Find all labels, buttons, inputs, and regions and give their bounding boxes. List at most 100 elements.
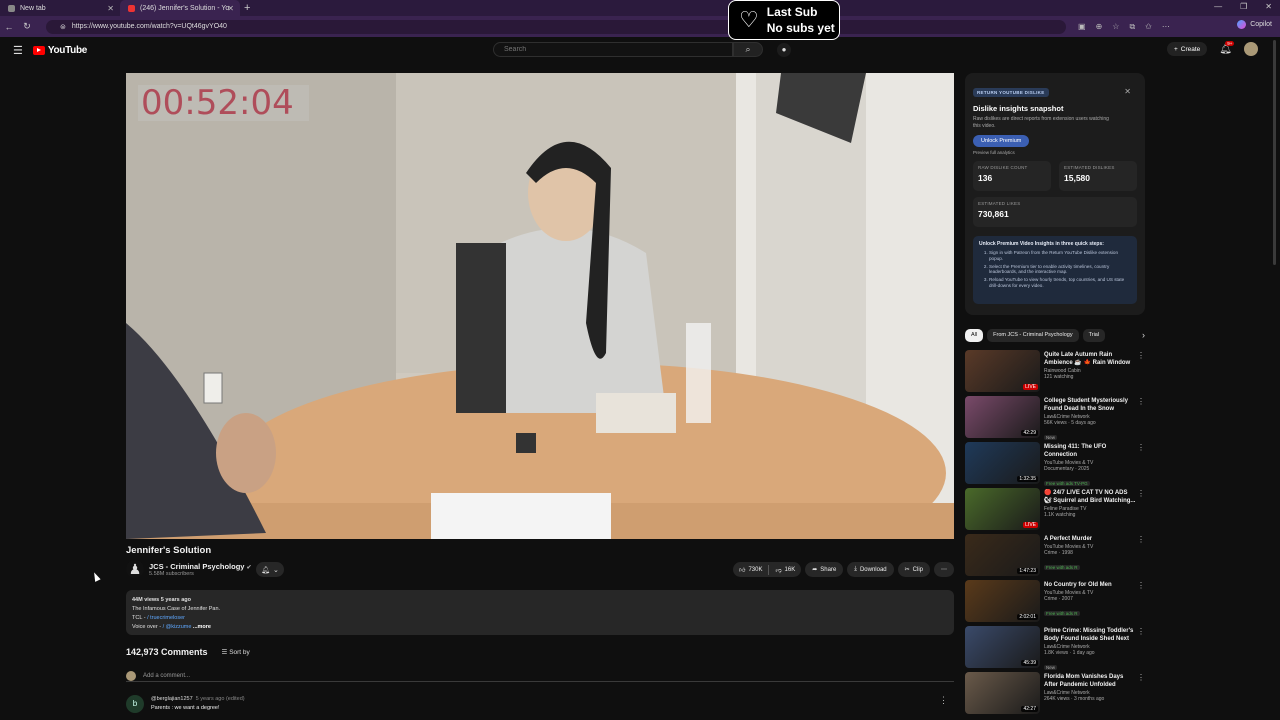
recommendation-item[interactable]: LIVE 🔴 24/7 LIVE CAT TV NO ADS 🐿 Squirrel… (965, 487, 1145, 533)
download-button[interactable]: ⤓ Download (847, 562, 894, 577)
last-sub-overlay: ♡ Last Sub No subs yet (728, 0, 840, 40)
site-info-icon[interactable]: ⊜ (60, 23, 66, 31)
search-icon[interactable]: ⌕ (733, 42, 763, 57)
description-line: The Infamous Case of Jennifer Pan. (132, 606, 221, 612)
zoom-icon[interactable]: ⊕ (1096, 22, 1103, 32)
recommendation-item[interactable]: 1:32:35 Missing 411: The UFO Connection Yo… (965, 441, 1145, 487)
extensions-icon[interactable]: ⧉ (1129, 22, 1135, 32)
new-tab-icon[interactable]: + (244, 2, 250, 14)
close-tab-icon[interactable]: ✕ (107, 4, 114, 13)
window-controls: — ❐ ✕ (1214, 2, 1272, 11)
favorites-bar-icon[interactable]: ✩ (1145, 22, 1152, 32)
create-button[interactable]: + Create (1166, 42, 1208, 56)
recommendation-title[interactable]: Prime Crime: Missing Toddler's Body Foun… (1044, 627, 1136, 643)
microphone-icon[interactable]: ● (777, 42, 791, 57)
youtube-favicon-icon (128, 4, 135, 12)
recommendation-item[interactable]: 42:27 Florida Mom Vanishes Days After Pan… (965, 671, 1145, 717)
recommendation-title[interactable]: 🔴 24/7 LIVE CAT TV NO ADS 🐿 Squirrel and… (1044, 489, 1136, 505)
recommendation-title[interactable]: A Perfect Murder (1044, 535, 1136, 543)
channel-avatar[interactable]: ♟ (126, 560, 144, 578)
more-options-icon[interactable]: ⋮ (1137, 535, 1145, 544)
back-icon[interactable]: ← (0, 22, 18, 32)
youtube-logo[interactable]: YouTube (32, 45, 87, 56)
stat-label: ESTIMATED LIKES (978, 201, 1021, 206)
copilot-button[interactable]: Copilot (1237, 20, 1272, 29)
more-options-icon[interactable]: ⋮ (1137, 581, 1145, 590)
video-thumbnail[interactable]: 2:02:01 (965, 580, 1040, 622)
add-comment-field[interactable]: Add a comment... (126, 670, 954, 682)
close-icon[interactable]: ✕ (1124, 87, 1131, 96)
more-icon[interactable]: ⋯ (1162, 22, 1170, 32)
comment-username[interactable]: @berglajian1257 (151, 696, 193, 702)
chip-all[interactable]: All (965, 328, 984, 342)
more-options-icon[interactable]: ⋮ (1137, 443, 1145, 452)
channel-name[interactable]: JCS - Criminal Psychology ✔ (149, 562, 251, 571)
video-player[interactable]: 00:52:04 (126, 73, 954, 539)
more-options-icon[interactable]: ⋮ (1137, 673, 1145, 682)
clip-button[interactable]: ✂ Clip (897, 562, 930, 577)
video-thumbnail[interactable]: 42:29 (965, 396, 1040, 438)
notifications-icon[interactable]: 🔔︎ 9+ (1219, 40, 1235, 55)
view-count-date: 44M views 5 years ago (132, 597, 192, 603)
minimize-icon[interactable]: — (1214, 2, 1222, 11)
unlock-premium-button[interactable]: Unlock Premium (973, 135, 1030, 147)
recommendation-item[interactable]: 42:29 College Student Mysteriously Found … (965, 395, 1145, 441)
recommendation-meta: 264K views · 3 months ago (1044, 696, 1105, 702)
more-options-icon[interactable]: ⋮ (1137, 397, 1145, 406)
chip-from-channel[interactable]: From JCS - Criminal Psychology (987, 328, 1079, 342)
video-title: Jennifer's Solution (126, 545, 212, 556)
search-input[interactable] (493, 42, 733, 57)
extension-icon[interactable]: ▣ (1078, 22, 1086, 32)
recommendation-item[interactable]: 45:39 Prime Crime: Missing Toddler's Body… (965, 625, 1145, 671)
share-button[interactable]: ➦ Share (805, 562, 844, 577)
account-avatar[interactable] (1244, 42, 1258, 56)
estimated-dislikes-stat: ESTIMATED DISLIKES 15,580 (1059, 161, 1137, 191)
preview-analytics-link[interactable]: Preview full analytics (973, 150, 1137, 155)
recommendation-item[interactable]: 1:47:23 A Perfect Murder YouTube Movies & … (965, 533, 1145, 579)
close-window-icon[interactable]: ✕ (1265, 2, 1272, 11)
more-options-icon[interactable]: ⋮ (1137, 489, 1145, 498)
notification-badge: 9+ (1225, 40, 1235, 46)
more-options-icon[interactable]: ⋮ (1137, 351, 1145, 360)
video-thumbnail[interactable]: LIVE (965, 488, 1040, 530)
thumbs-up-icon: 👍︎ (739, 567, 746, 574)
recommendation-title[interactable]: Missing 411: The UFO Connection (1044, 443, 1136, 459)
vo-link[interactable]: / @kizzume (163, 624, 192, 630)
create-label: Create (1180, 45, 1201, 53)
recommendation-title[interactable]: Florida Mom Vanishes Days After Pandemic… (1044, 673, 1136, 689)
browser-tab-youtube[interactable]: (246) Jennifer's Solution - Yo ✕ (120, 0, 240, 16)
recommendation-item[interactable]: LIVE Quite Late Autumn Rain Ambience ☕ 🍁 … (965, 349, 1145, 395)
video-thumbnail[interactable]: 42:27 (965, 672, 1040, 714)
url-field[interactable]: ⊜ https://www.youtube.com/watch?v=UQt46g… (46, 19, 1066, 34)
sort-by-button[interactable]: ☰ Sort by (222, 648, 250, 656)
more-link[interactable]: ...more (193, 624, 211, 630)
description-box[interactable]: 44M views 5 years ago The Infamous Case … (126, 590, 954, 635)
comment-menu-icon[interactable]: ⋮ (939, 695, 948, 706)
close-tab-icon[interactable]: ✕ (227, 4, 234, 13)
reload-icon[interactable]: ↻ (18, 21, 36, 32)
page-scrollbar[interactable] (1273, 40, 1276, 265)
chevron-right-icon[interactable]: › (1142, 330, 1145, 340)
menu-icon[interactable]: ☰ (13, 44, 23, 57)
tcl-link[interactable]: / truecrimeloser (147, 615, 185, 621)
comment-avatar[interactable]: b (126, 695, 144, 713)
recommendation-item[interactable]: 2:02:01 No Country for Old Men YouTube Mov… (965, 579, 1145, 625)
recommendation-title[interactable]: College Student Mysteriously Found Dead … (1044, 397, 1136, 413)
recommendation-title[interactable]: No Country for Old Men (1044, 581, 1136, 589)
more-options-icon[interactable]: ⋮ (1137, 627, 1145, 636)
recommendation-title[interactable]: Quite Late Autumn Rain Ambience ☕ 🍁 Rain… (1044, 351, 1136, 367)
more-actions-button[interactable]: ⋯ (934, 562, 954, 577)
subscription-bell-button[interactable]: 🔔︎ ⌄ (256, 562, 284, 577)
video-thumbnail[interactable]: 1:47:23 (965, 534, 1040, 576)
like-button[interactable]: 👍︎ 730K (733, 562, 768, 577)
maximize-icon[interactable]: ❐ (1240, 2, 1247, 11)
video-thumbnail[interactable]: LIVE (965, 350, 1040, 392)
video-frame (126, 73, 954, 539)
dislike-button[interactable]: 👎︎ 16K (769, 562, 801, 577)
chip-trial[interactable]: Trial (1082, 328, 1106, 342)
favorite-icon[interactable]: ☆ (1112, 22, 1119, 32)
youtube-header: ☰ YouTube ⌕ ● + Create 🔔︎9+ (0, 37, 1280, 63)
video-thumbnail[interactable]: 45:39 (965, 626, 1040, 668)
browser-tab-new[interactable]: New tab ✕ (0, 0, 120, 16)
video-thumbnail[interactable]: 1:32:35 (965, 442, 1040, 484)
